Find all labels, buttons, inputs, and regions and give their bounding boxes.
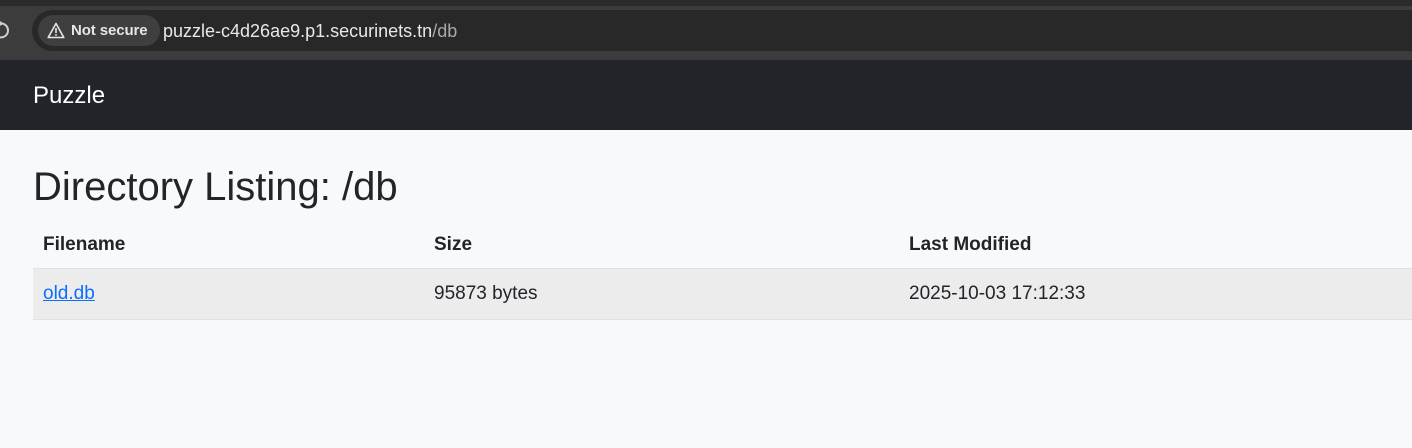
url-text[interactable]: puzzle-c4d26ae9.p1.securinets.tn/db [163, 20, 457, 42]
reload-icon[interactable] [0, 19, 10, 41]
navbar-brand-link[interactable]: Puzzle [33, 81, 105, 111]
address-bar[interactable]: Not secure puzzle-c4d26ae9.p1.securinets… [32, 10, 1412, 51]
url-host: puzzle-c4d26ae9.p1.securinets.tn [163, 21, 433, 41]
warning-triangle-icon [47, 22, 65, 39]
directory-listing-table: Filename Size Last Modified old.db 95873… [33, 222, 1412, 320]
table-row: old.db 95873 bytes 2025-10-03 17:12:33 [33, 268, 1412, 320]
column-header-last-modified: Last Modified [899, 222, 1412, 269]
browser-tab-strip [0, 0, 1412, 6]
site-security-chip[interactable]: Not secure [38, 15, 160, 46]
top-navbar: Puzzle [0, 60, 1412, 130]
table-header-row: Filename Size Last Modified [33, 222, 1412, 269]
last-modified-cell: 2025-10-03 17:12:33 [899, 268, 1412, 320]
column-header-size: Size [424, 222, 899, 269]
filename-cell: old.db [33, 268, 424, 320]
browser-chrome: Not secure puzzle-c4d26ae9.p1.securinets… [0, 0, 1412, 60]
size-cell: 95873 bytes [424, 268, 899, 320]
column-header-filename: Filename [33, 222, 424, 269]
not-secure-label: Not secure [71, 22, 148, 39]
page-title: Directory Listing: /db [33, 165, 398, 209]
url-path: /db [432, 21, 458, 41]
file-link-old-db[interactable]: old.db [43, 283, 95, 304]
